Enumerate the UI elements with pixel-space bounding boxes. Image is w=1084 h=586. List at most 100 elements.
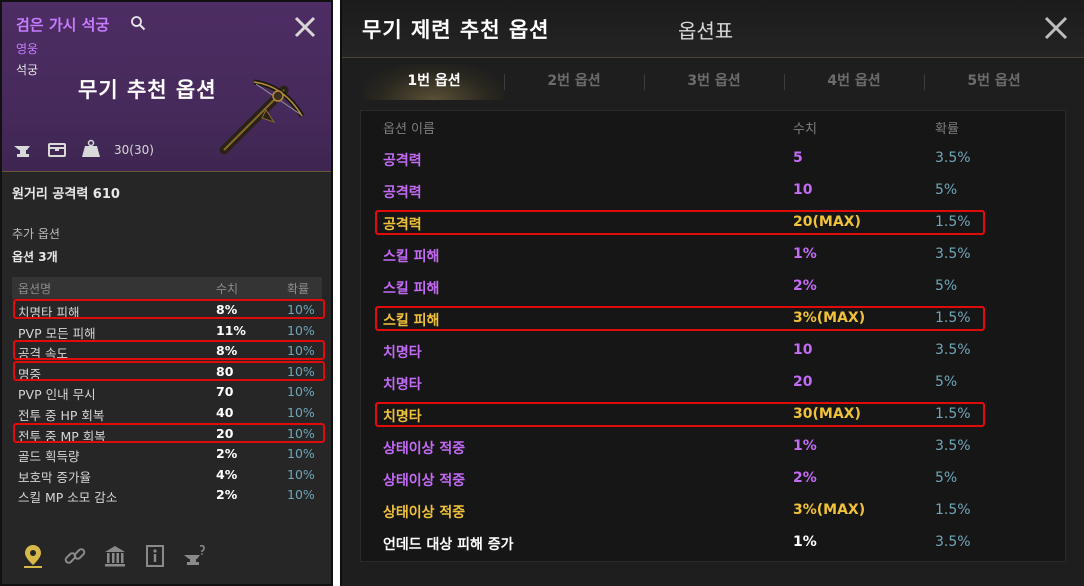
option-value: 70: [216, 384, 234, 400]
table-row: 스킬 피해 3%(MAX) 1.5%: [361, 303, 1065, 335]
table-row: 스킬 피해 2% 5%: [361, 271, 1065, 303]
option-probability: 10%: [287, 487, 315, 503]
item-grade: 영웅: [16, 42, 39, 56]
durability-value: 30(30): [114, 143, 154, 157]
footer-toolbar: [12, 539, 322, 575]
option-rows: 치명타 피해 8% 10% PVP 모든 피해 11% 10% 공격 속도 8% 10% 명중 80…: [12, 299, 325, 505]
chest-icon[interactable]: [46, 138, 68, 160]
location-pin-icon[interactable]: [20, 543, 46, 569]
option-name: 스킬 피해: [383, 249, 440, 265]
option-probability: 3.5%: [935, 438, 971, 454]
option-value: 2%: [216, 446, 238, 462]
option-name: 보호막 증가율: [18, 469, 91, 485]
option-value: 4%: [216, 466, 238, 482]
item-header: 검은 가시 석궁 영웅 석궁 무기 추천 옵션 30(30): [2, 2, 331, 172]
window-title: 옵션표: [678, 19, 734, 43]
header-value: 수치: [216, 282, 239, 296]
table-row: 전투 중 HP 회복 40 10%: [12, 402, 322, 423]
option-probability: 5%: [935, 374, 958, 390]
option-value: 1%: [793, 534, 817, 550]
crossbow-image: [219, 79, 305, 155]
table-row: 명중 80 10%: [12, 360, 325, 382]
option-probability: 10%: [287, 384, 315, 400]
bank-icon[interactable]: [102, 543, 128, 569]
item-tooltip-panel: 검은 가시 석궁 영웅 석궁 무기 추천 옵션 30(30) 원거리 공격력 6…: [0, 0, 333, 586]
table-row: 치명타 20 5%: [361, 367, 1065, 399]
table-row: 스킬 피해 1% 3.5%: [361, 239, 1065, 271]
table-row: 스킬 MP 소모 감소 2% 10%: [12, 484, 322, 505]
table-row: 치명타 10 3.5%: [361, 335, 1065, 367]
option-probability: 10%: [287, 466, 315, 482]
option-value: 3%(MAX): [793, 502, 866, 518]
option-value: 10: [793, 342, 813, 358]
refine-option-rows: 공격력 5 3.5% 공격력 10 5% 공격력 20(MAX) 1.5% 스킬 피해 1% 3.5%…: [361, 143, 1065, 559]
close-icon[interactable]: [1042, 14, 1070, 42]
option-probability: 5%: [935, 278, 958, 294]
option-probability: 5%: [935, 470, 958, 486]
option-name: 골드 획득량: [18, 449, 80, 465]
option-probability: 5%: [935, 182, 958, 198]
table-row: 공격력 20(MAX) 1.5%: [361, 207, 1065, 239]
weight-icon: [82, 139, 100, 157]
option-name: 상태이상 적중: [383, 505, 466, 521]
attack-stat: 원거리 공격력 610: [12, 187, 120, 202]
option-name: 언데드 대상 피해 증가: [383, 537, 514, 553]
table-row: 공격력 10 5%: [361, 175, 1065, 207]
tab-option-3[interactable]: 3번 옵션: [644, 64, 784, 100]
option-probability: 3.5%: [935, 150, 971, 166]
option-value: 10: [793, 182, 813, 198]
option-table: 옵션명 수치 확률 치명타 피해 8% 10% PVP 모든 피해 11% 10% 공격 속…: [12, 277, 325, 505]
option-name: PVP 모든 피해: [18, 325, 96, 341]
option-value: 1%: [793, 246, 817, 262]
option-value: 2%: [793, 470, 817, 486]
table-row: 치명타 피해 8% 10%: [12, 299, 325, 320]
anvil-question-icon[interactable]: [182, 543, 208, 569]
search-icon[interactable]: [130, 15, 146, 31]
option-name: 치명타: [383, 345, 422, 361]
close-icon[interactable]: [292, 14, 318, 40]
option-name: 전투 중 HP 회복: [18, 407, 105, 423]
table-row: 치명타 30(MAX) 1.5%: [361, 399, 1065, 431]
option-name: 스킬 MP 소모 감소: [18, 490, 118, 506]
tab-option-2[interactable]: 2번 옵션: [504, 64, 644, 100]
option-probability: 10%: [287, 322, 315, 338]
option-value: 20: [793, 374, 813, 390]
option-probability: 3.5%: [935, 534, 971, 550]
table-row: 상태이상 적중 2% 5%: [361, 463, 1065, 495]
option-value: 1%: [793, 438, 817, 454]
table-row: PVP 모든 피해 11% 10%: [12, 320, 322, 341]
overlay-title: 무기 추천 옵션: [78, 78, 217, 102]
anvil-icon[interactable]: [12, 138, 34, 160]
table-row: PVP 인내 무시 70 10%: [12, 381, 322, 402]
option-value: 40: [216, 404, 234, 420]
option-probability: 1.5%: [935, 502, 971, 518]
item-name: 검은 가시 석궁: [16, 16, 110, 34]
tab-option-4[interactable]: 4번 옵션: [784, 64, 924, 100]
option-value: 11%: [216, 322, 246, 338]
highlight-box: [13, 340, 325, 361]
option-name: 상태이상 적중: [383, 473, 466, 489]
extra-options-label: 추가 옵션: [12, 227, 60, 241]
item-details: 원거리 공격력 610 추가 옵션 옵션 3개 옵션명 수치 확률 치명타 피해…: [2, 173, 331, 584]
highlight-box: [13, 422, 325, 443]
table-row: 언데드 대상 피해 증가 1% 3.5%: [361, 527, 1065, 559]
header-value: 수치: [793, 122, 817, 137]
tab-option-5[interactable]: 5번 옵션: [924, 64, 1064, 100]
highlight-box: [375, 306, 985, 331]
option-name: 스킬 피해: [383, 281, 440, 297]
header-probability: 확률: [935, 122, 959, 137]
table-row: 공격력 5 3.5%: [361, 143, 1065, 175]
option-tabs: 1번 옵션 2번 옵션 3번 옵션 4번 옵션 5번 옵션: [364, 64, 1064, 100]
option-value: 2%: [793, 278, 817, 294]
option-value: 2%: [216, 487, 238, 503]
link-icon[interactable]: [62, 543, 88, 569]
table-row: 공격 속도 8% 10%: [12, 340, 325, 361]
table-row: 전투 중 MP 회복 20 10%: [12, 422, 325, 444]
tab-option-1[interactable]: 1번 옵션: [364, 64, 504, 100]
option-count: 옵션 3개: [12, 250, 58, 264]
table-row: 골드 획득량 2% 10%: [12, 443, 322, 464]
highlight-box: [13, 360, 325, 381]
option-name: 공격력: [383, 153, 422, 169]
header-name: 옵션 이름: [383, 122, 435, 137]
info-card-icon[interactable]: [142, 543, 168, 569]
